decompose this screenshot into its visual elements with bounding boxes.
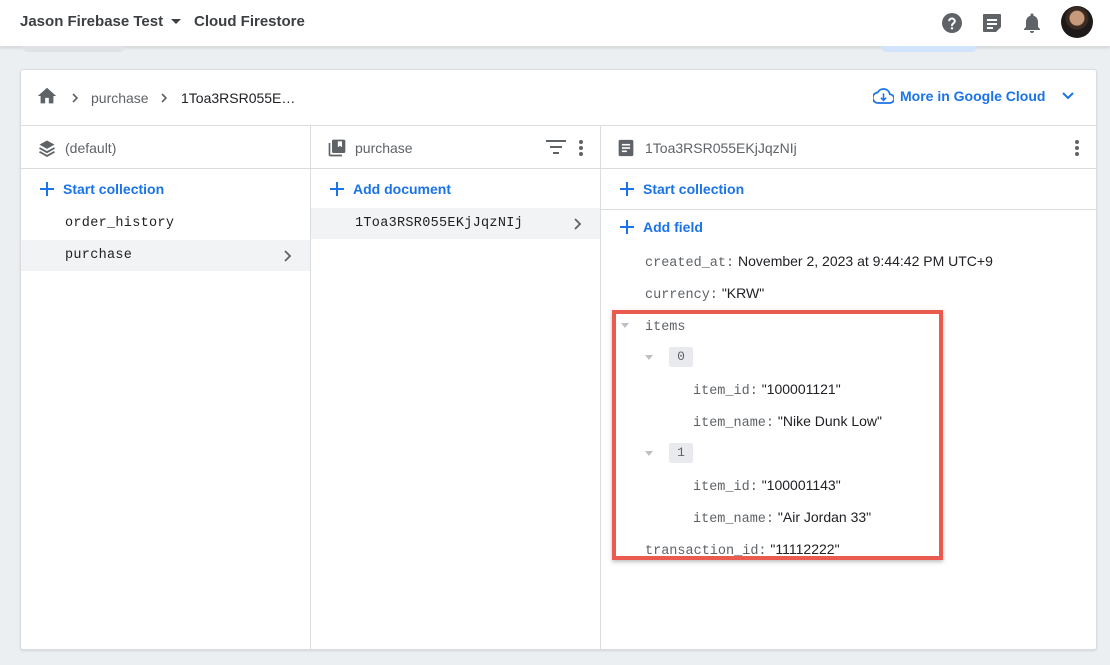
project-selector[interactable]: Jason Firebase Test (20, 13, 182, 30)
document-id: 1Toa3RSR055EKjJqzNIj (355, 216, 524, 231)
field-value: "KRW" (721, 285, 765, 301)
add-field-button[interactable]: Add field (619, 219, 703, 235)
account-avatar[interactable] (1061, 6, 1093, 38)
add-field-label: Add field (643, 219, 703, 235)
chevron-right-icon (284, 250, 292, 262)
breadcrumb-document[interactable]: 1Toa3RSR055E… (181, 90, 295, 106)
root-column-header: (default) (21, 126, 310, 169)
start-subcollection-button[interactable]: Start collection (619, 181, 744, 197)
document-column-header: 1Toa3RSR055EKjJqzNIj (601, 126, 1096, 169)
collection-item-purchase[interactable]: purchase (21, 240, 310, 271)
collection-name: purchase (65, 248, 133, 263)
chevron-right-icon (72, 93, 79, 103)
field-created-at[interactable]: created_at: November 2, 2023 at 9:44:42 … (645, 253, 993, 271)
field-currency[interactable]: currency: "KRW" (645, 285, 764, 303)
more-vert-icon[interactable] (1074, 139, 1080, 157)
collection-name: purchase (355, 140, 413, 156)
highlight-box (612, 310, 943, 560)
home-icon[interactable] (36, 85, 58, 107)
collection-item-order-history[interactable]: order_history (21, 208, 310, 239)
document-icon (618, 139, 634, 157)
cloud-icon (873, 88, 894, 104)
collection-column-header: purchase (311, 126, 600, 169)
document-id: 1Toa3RSR055EKjJqzNIj (645, 140, 797, 156)
chevron-right-icon (574, 218, 582, 230)
more-cloud-label: More in Google Cloud (900, 88, 1046, 104)
document-item[interactable]: 1Toa3RSR055EKjJqzNIj (311, 208, 600, 239)
field-key: currency: (645, 288, 718, 303)
more-in-google-cloud-button[interactable]: More in Google Cloud (873, 88, 1075, 104)
field-value: November 2, 2023 at 9:44:42 PM UTC+9 (738, 253, 993, 269)
start-collection-label: Start collection (643, 181, 745, 197)
button-edge (881, 46, 977, 52)
chevron-right-icon (161, 93, 168, 103)
divider (601, 209, 1096, 210)
breadcrumb-collection[interactable]: purchase (91, 90, 149, 106)
field-key: created_at: (645, 256, 735, 271)
collection-name: order_history (65, 216, 175, 231)
more-vert-icon[interactable] (578, 139, 584, 157)
chevron-down-icon (1062, 92, 1075, 100)
add-document-label: Add document (353, 181, 451, 197)
tab-edge (22, 46, 125, 52)
collection-icon (328, 139, 346, 157)
add-document-button[interactable]: Add document (329, 181, 451, 197)
help-icon[interactable] (940, 11, 964, 35)
project-name: Jason Firebase Test (20, 13, 164, 30)
start-collection-button[interactable]: Start collection (39, 181, 164, 197)
root-column: (default) Start collection order_history… (21, 126, 311, 649)
notifications-icon[interactable] (1020, 11, 1044, 35)
database-name: (default) (65, 140, 117, 156)
plus-icon (40, 182, 54, 196)
collection-column: purchase Add document 1Toa3RSR055EKjJqzN… (311, 126, 601, 649)
data-breadcrumb-bar: purchase 1Toa3RSR055E… More in Google Cl… (21, 70, 1096, 126)
start-collection-label: Start collection (63, 181, 165, 197)
feedback-icon[interactable] (980, 11, 1004, 35)
chevron-down-icon (171, 19, 182, 24)
product-title[interactable]: Cloud Firestore (194, 13, 305, 30)
filter-icon[interactable] (546, 140, 566, 154)
top-app-bar: Jason Firebase Test Cloud Firestore (0, 0, 1110, 47)
plus-icon (620, 220, 634, 234)
plus-icon (330, 182, 344, 196)
plus-icon (620, 182, 634, 196)
database-stack-icon (39, 140, 55, 157)
